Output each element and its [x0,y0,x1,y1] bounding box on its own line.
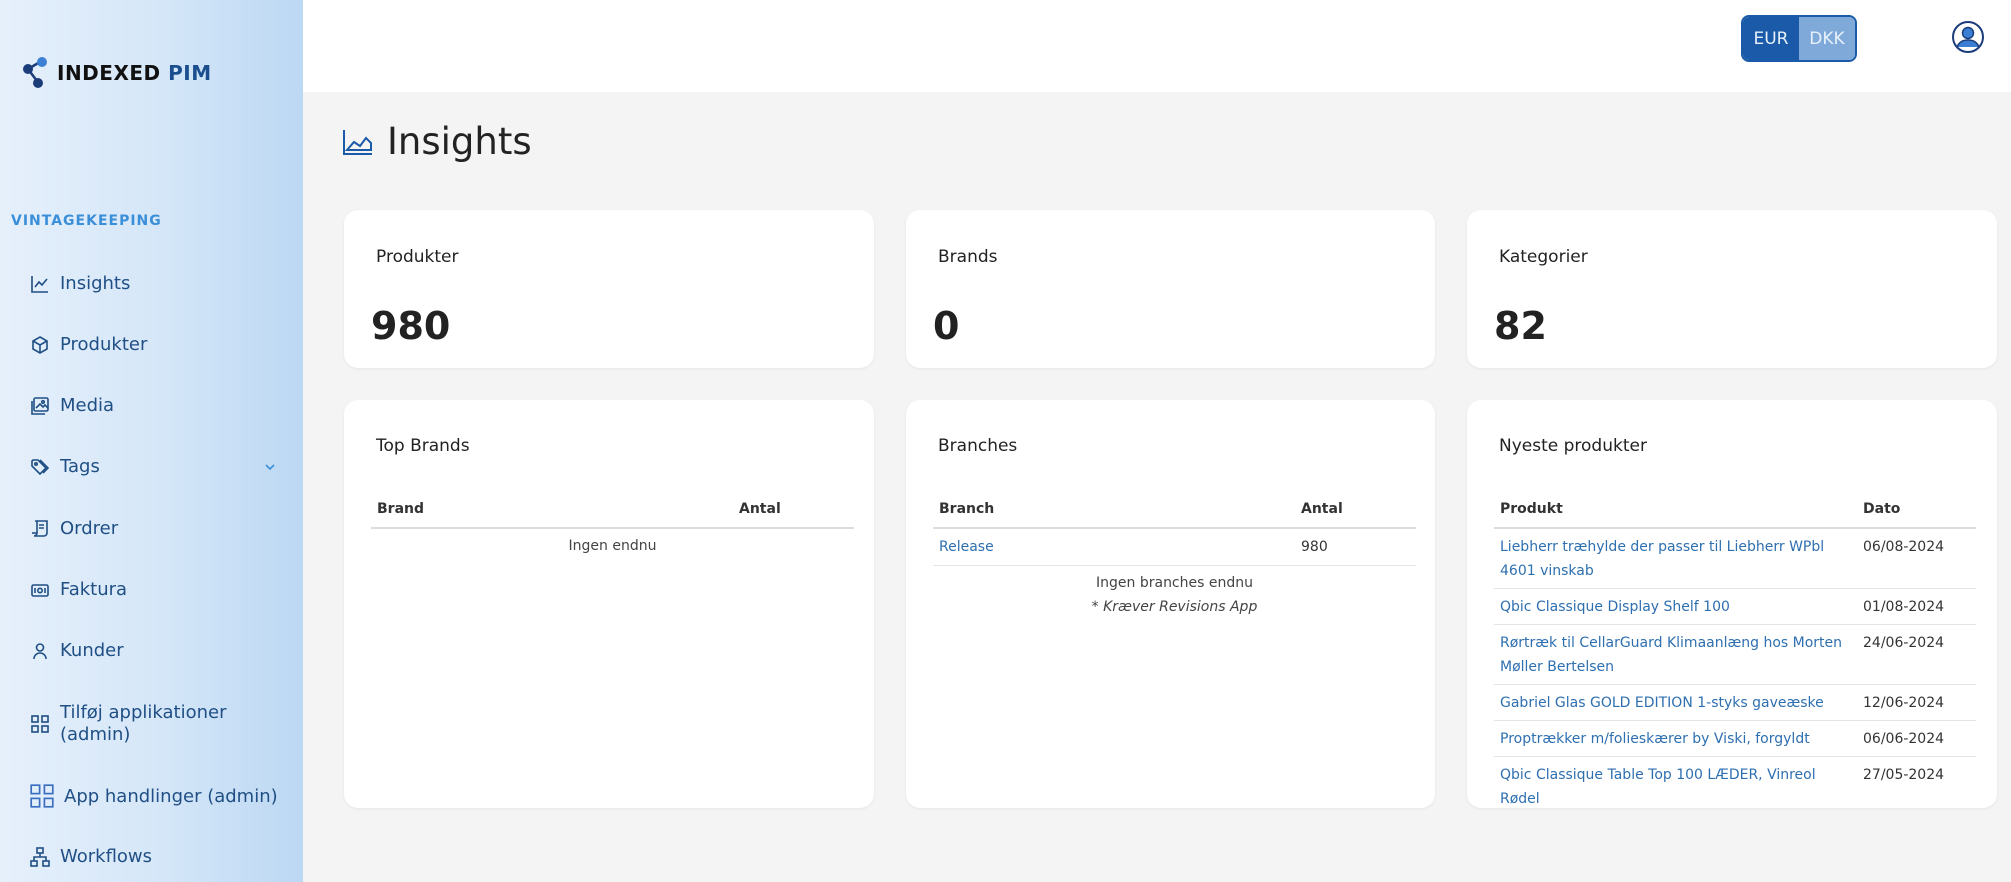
sidebar-item-label: Produkter [60,334,148,355]
sidebar-item-app-actions[interactable]: App handlinger (admin) [30,784,278,808]
grid-icon [30,784,54,808]
table-row: Release 980 [933,528,1416,566]
sidebar-item-label: Tilføj applikationer (admin) [60,702,227,745]
top-brands-card: Top Brands Brand Antal Ingen endnu [344,400,874,808]
product-link[interactable]: Proptrækker m/folieskærer by Viski, forg… [1494,720,1857,757]
column-header: Produkt [1494,490,1857,529]
sidebar-item-label: Tags [60,456,100,477]
sidebar-item-label: Kunder [60,640,124,661]
empty-message: Ingen branches endnu [1096,575,1253,591]
stat-card-products: Produkter 980 [344,210,874,368]
branches-table: Branch Antal Release 980 [933,490,1416,566]
newest-products-table: Produkt Dato Liebherr træhylde der passe… [1494,490,1976,816]
branches-card: Branches Branch Antal Release 980 Ingen … [906,400,1435,808]
branch-link[interactable]: Release [933,528,1295,566]
tag-icon [31,458,50,475]
sidebar-item-kunder[interactable]: Kunder [30,640,124,661]
sidebar-item-tags[interactable]: Tags [30,456,275,477]
sidebar-item-label: App handlinger (admin) [64,785,278,807]
table-row: Gabriel Glas GOLD EDITION 1-styks gaveæs… [1494,684,1976,721]
stat-card-brands: Brands 0 [906,210,1435,368]
product-date: 06/08-2024 [1857,528,1976,589]
image-icon [31,396,49,415]
chart-line-icon [31,275,48,293]
stat-value: 980 [371,304,451,348]
sidebar-item-label: Faktura [60,579,128,600]
stat-card-categories: Kategorier 82 [1467,210,1997,368]
top-bar: EUR DKK [303,0,2011,92]
sidebar-item-label: Insights [60,273,131,294]
product-link[interactable]: Qbic Classique Display Shelf 100 [1494,588,1857,625]
product-date: 24/06-2024 [1857,624,1976,685]
stat-value: 82 [1494,304,1547,348]
product-link[interactable]: Liebherr træhylde der passer til Liebher… [1494,528,1857,589]
table-row: Rørtræk til CellarGuard Klimaanlæng hos … [1494,624,1976,685]
stat-value: 0 [933,304,960,348]
column-header: Brand [371,490,733,529]
table-row: Qbic Classique Table Top 100 LÆDER, Vinr… [1494,757,1976,817]
table-row: Qbic Classique Display Shelf 100 01/08-2… [1494,588,1976,625]
product-date: 06/06-2024 [1857,720,1976,757]
card-title: Branches [938,436,1018,456]
stat-label: Brands [938,247,998,267]
chart-area-icon [343,129,372,155]
newest-products-card: Nyeste produkter Produkt Dato Liebherr t… [1467,400,1997,808]
product-date: 01/08-2024 [1857,588,1976,625]
page-title: Insights [387,120,532,163]
card-title: Nyeste produkter [1499,436,1647,456]
page-header: Insights [342,120,532,163]
sidebar-item-insights[interactable]: Insights [30,273,130,294]
money-icon [31,583,49,597]
box-icon [32,335,48,354]
sidebar: INDEXED PIM VINTAGEKEEPING Insights Prod… [0,0,303,882]
currency-toggle[interactable]: EUR DKK [1741,15,1857,62]
logo-text: INDEXED PIM [57,61,212,85]
workflow-icon [30,846,50,867]
user-icon [33,642,47,659]
product-date: 27/05-2024 [1863,767,1945,783]
sidebar-item-faktura[interactable]: Faktura [30,579,127,600]
top-brands-table: Brand Antal [371,490,854,529]
table-row: Liebherr træhylde der passer til Liebher… [1494,528,1976,589]
sidebar-item-produkter[interactable]: Produkter [30,334,147,355]
product-link[interactable]: Gabriel Glas GOLD EDITION 1-styks gaveæs… [1494,684,1857,721]
sidebar-item-add-applications[interactable]: Tilføj applikationer (admin) [30,702,260,746]
table-row: Proptrækker m/folieskærer by Viski, forg… [1494,720,1976,757]
sidebar-item-label: Workflows [60,846,153,867]
receipt-icon [32,519,48,537]
sidebar-item-media[interactable]: Media [30,395,114,416]
user-account-icon[interactable] [1948,20,1988,54]
empty-message: Ingen endnu [568,538,657,554]
sidebar-item-label: Ordrer [60,518,119,539]
currency-option-eur[interactable]: EUR [1743,17,1799,60]
currency-option-dkk[interactable]: DKK [1799,17,1855,60]
sidebar-item-ordrer[interactable]: Ordrer [30,518,118,539]
column-header: Antal [733,490,854,529]
stat-label: Kategorier [1499,247,1588,267]
product-date: 12/06-2024 [1857,684,1976,721]
column-header: Branch [933,490,1295,529]
card-title: Top Brands [376,436,470,456]
product-link[interactable]: Rørtræk til CellarGuard Klimaanlæng hos … [1494,624,1857,685]
column-header: Dato [1857,490,1976,529]
requirement-note: * Kræver Revisions App [1091,599,1258,615]
product-link[interactable]: Qbic Classique Table Top 100 LÆDER, Vinr… [1494,757,1857,817]
logo[interactable]: INDEXED PIM [20,56,212,90]
sidebar-item-label: Media [60,395,115,416]
logo-icon [23,57,47,88]
branch-count: 980 [1295,528,1416,566]
chevron-down-icon[interactable] [263,460,277,474]
column-header: Antal [1295,490,1416,529]
grid-icon [31,715,49,733]
organization-label: VINTAGEKEEPING [11,213,162,229]
stat-label: Produkter [376,247,459,267]
sidebar-item-workflows[interactable]: Workflows [30,846,152,867]
